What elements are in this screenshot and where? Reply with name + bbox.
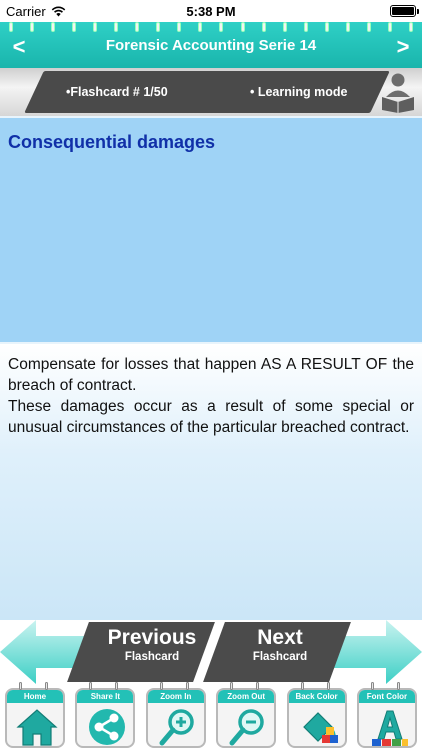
nav-bar: < Forensic Accounting Serie 14 > — [0, 22, 422, 68]
home-icon — [16, 709, 58, 746]
previous-flashcard-button[interactable]: Previous Flashcard — [0, 620, 215, 684]
nav-forward-button[interactable]: > — [388, 34, 418, 60]
font-color-icon — [371, 710, 408, 746]
question-text: Consequential damages — [8, 132, 216, 152]
binder-rings — [0, 22, 422, 32]
share-label: Share It — [77, 690, 134, 703]
nav-back-button[interactable]: < — [4, 34, 34, 60]
flashcard-navigation: Previous Flashcard Next Flashcard — [0, 620, 422, 684]
zoom-out-label: Zoom Out — [218, 690, 275, 703]
next-flashcard-button[interactable]: Next Flashcard — [203, 620, 422, 684]
status-left: Carrier — [6, 4, 66, 19]
share-button[interactable]: Share It — [71, 682, 139, 750]
zoom-in-button[interactable]: Zoom In — [142, 682, 210, 750]
font-color-label: Font Color — [358, 690, 415, 703]
home-label: Home — [7, 690, 63, 703]
next-sublabel: Flashcard — [252, 651, 308, 663]
previous-sublabel: Flashcard — [124, 651, 180, 663]
back-color-label: Back Color — [288, 690, 345, 703]
reader-icon — [382, 73, 414, 113]
answer-panel: Compensate for losses that happen AS A R… — [0, 344, 422, 620]
font-color-button[interactable]: Font Color — [353, 682, 421, 750]
page-title: Forensic Accounting Serie 14 — [105, 37, 317, 54]
learning-mode-label: • Learning mode — [250, 85, 348, 99]
previous-label: Previous — [107, 626, 197, 649]
paint-bucket-icon — [302, 712, 338, 743]
answer-text: Compensate for losses that happen AS A R… — [8, 356, 414, 436]
battery-icon — [390, 5, 419, 17]
zoom-in-label: Zoom In — [147, 690, 204, 703]
status-bar: Carrier 5:38 PM — [0, 0, 422, 22]
bottom-toolbar: Home Share It Zoom In Zoom Out Back Colo… — [0, 682, 422, 750]
carrier-label: Carrier — [6, 3, 46, 19]
wifi-icon — [51, 6, 65, 16]
zoom-out-icon — [229, 709, 264, 746]
home-button[interactable]: Home — [1, 682, 69, 750]
zoom-in-icon — [159, 709, 194, 746]
back-color-button[interactable]: Back Color — [283, 682, 351, 750]
next-label: Next — [257, 626, 303, 649]
flashcard-counter: •Flashcard # 1/50 — [66, 85, 168, 99]
share-icon — [89, 709, 126, 745]
zoom-out-button[interactable]: Zoom Out — [212, 682, 280, 750]
question-panel: Consequential damages — [0, 116, 422, 344]
info-strip: •Flashcard # 1/50 • Learning mode — [0, 68, 422, 116]
